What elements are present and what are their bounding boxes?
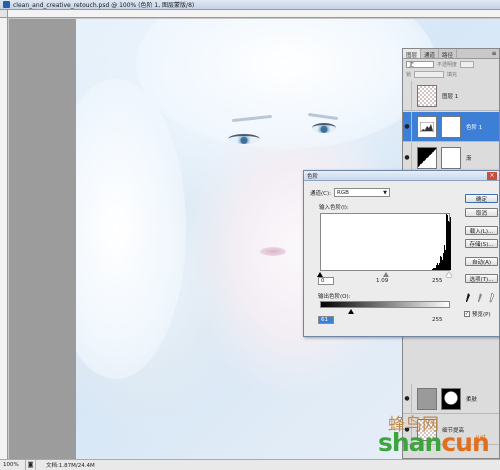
layer-name: 图层 1: [442, 93, 459, 100]
layer-name: 渐: [466, 155, 472, 162]
close-icon[interactable]: ×: [487, 171, 497, 180]
panel-tabs: 图层 通道 路径 ≡: [403, 49, 499, 59]
input-gamma-field[interactable]: 1.09: [376, 278, 388, 284]
histogram-bar: [450, 216, 451, 270]
input-white-point-handle[interactable]: [446, 272, 452, 277]
left-eye: [228, 134, 260, 144]
visibility-eye-icon[interactable]: ●: [403, 415, 412, 444]
input-levels-label: 输入色阶(I):: [319, 205, 349, 211]
lips: [260, 247, 286, 256]
fill-label: 填充: [447, 71, 458, 78]
opacity-label: 不透明度: [437, 61, 458, 68]
dialog-titlebar[interactable]: 色阶 ×: [304, 171, 499, 181]
blend-row: 正 不透明度: [403, 59, 499, 69]
channel-row: 通道(C): RGB ▼: [310, 188, 390, 197]
channel-label: 通道(C):: [310, 190, 331, 197]
cancel-button[interactable]: 取消: [465, 208, 498, 217]
lock-row: 锁 填充: [403, 69, 499, 79]
pasteboard: [9, 19, 76, 459]
layer-row-3[interactable]: ● 渐: [403, 143, 499, 173]
input-white-field[interactable]: 255: [432, 278, 443, 284]
layer-row-1[interactable]: 图层 1: [403, 81, 499, 111]
layer-thumbnail: [417, 84, 437, 107]
dialog-title: 色阶: [307, 173, 319, 180]
gray-eyedropper-icon[interactable]: [477, 293, 483, 305]
visibility-eye-icon[interactable]: ●: [403, 384, 412, 413]
preview-toggle[interactable]: ✓ 预览(P): [464, 310, 491, 318]
output-black-handle[interactable]: [348, 309, 354, 314]
visibility-eye-icon[interactable]: ●: [403, 143, 412, 172]
preview-checkbox[interactable]: ✓: [464, 311, 470, 317]
document-title: clean_and_creative_retouch.psd @ 100% (色…: [13, 2, 195, 9]
layer-thumbnail: [417, 418, 437, 441]
zoom-level-field[interactable]: 100%: [0, 460, 26, 470]
options-button[interactable]: 选项(T)...: [465, 274, 498, 283]
visibility-eye-icon[interactable]: [403, 81, 412, 110]
layer-row-5[interactable]: ● 细节提高: [403, 415, 499, 445]
input-gamma-handle[interactable]: [383, 272, 389, 277]
layer-mask-thumbnail[interactable]: [441, 146, 461, 169]
output-slider[interactable]: [320, 309, 450, 314]
preview-label: 预览(P): [472, 312, 491, 318]
horizontal-ruler[interactable]: [8, 10, 500, 18]
vertical-ruler[interactable]: [0, 18, 8, 459]
tab-channels[interactable]: 通道: [421, 49, 440, 59]
status-info-icon[interactable]: ◙: [26, 460, 36, 470]
lock-icons[interactable]: [414, 70, 445, 78]
document-titlebar: clean_and_creative_retouch.psd @ 100% (色…: [0, 0, 500, 10]
chevron-down-icon: ▼: [383, 189, 387, 196]
panel-menu-icon[interactable]: ≡: [489, 49, 499, 58]
load-button[interactable]: 载入(L)...: [465, 226, 498, 235]
levels-adjustment-icon: [417, 115, 437, 138]
gradient-adjustment-icon: [417, 146, 437, 169]
document-size-info[interactable]: 文档:1.87M/24.4M: [36, 461, 95, 469]
layer-name: 柔肤: [466, 396, 478, 403]
levels-dialog: 色阶 × 通道(C): RGB ▼ 输入色阶(I): 0 1.09 255 输出…: [303, 170, 500, 337]
white-eyedropper-icon[interactable]: [489, 292, 495, 305]
tab-paths[interactable]: 路径: [439, 49, 458, 59]
save-button[interactable]: 存储(S)...: [465, 239, 498, 248]
layer-mask-thumbnail[interactable]: [441, 115, 461, 138]
channel-select[interactable]: RGB ▼: [334, 188, 390, 197]
layer-name: 色阶 1: [466, 124, 483, 131]
histogram: [320, 213, 451, 271]
layer-row-2[interactable]: ● 色阶 1: [403, 112, 499, 142]
fur-hood-left: [76, 79, 186, 379]
layer-thumbnail: [417, 387, 437, 410]
input-black-field[interactable]: 0: [318, 277, 334, 285]
layer-name: 细节提高: [442, 427, 465, 434]
fur-hood-highlight: [136, 19, 436, 149]
blend-mode-select[interactable]: 正: [406, 60, 434, 68]
layer-row-4[interactable]: ● 柔肤: [403, 384, 499, 414]
output-black-field[interactable]: 61: [318, 316, 334, 324]
lock-label: 锁: [406, 71, 412, 78]
visibility-eye-icon[interactable]: ●: [403, 112, 412, 141]
input-slider[interactable]: [317, 272, 452, 277]
opacity-field[interactable]: [460, 60, 475, 68]
tab-layers[interactable]: 图层: [403, 49, 422, 59]
layer-mask-thumbnail[interactable]: [441, 387, 461, 410]
eyedropper-group: [465, 292, 495, 305]
channel-value: RGB: [337, 189, 349, 196]
status-bar: 100% ◙ 文档:1.87M/24.4M: [0, 459, 500, 470]
histogram-bars: [321, 214, 451, 270]
ok-button[interactable]: 确定: [465, 194, 498, 203]
photoshop-document-icon: [3, 1, 10, 8]
auto-button[interactable]: 自动(A): [465, 257, 498, 266]
black-eyedropper-icon[interactable]: [465, 293, 471, 305]
output-white-field[interactable]: 255: [432, 317, 443, 323]
ruler-origin[interactable]: [0, 10, 8, 18]
output-gradient-bar: [320, 301, 450, 308]
right-eye: [312, 123, 336, 133]
output-levels-label: 输出色阶(O):: [318, 294, 351, 300]
